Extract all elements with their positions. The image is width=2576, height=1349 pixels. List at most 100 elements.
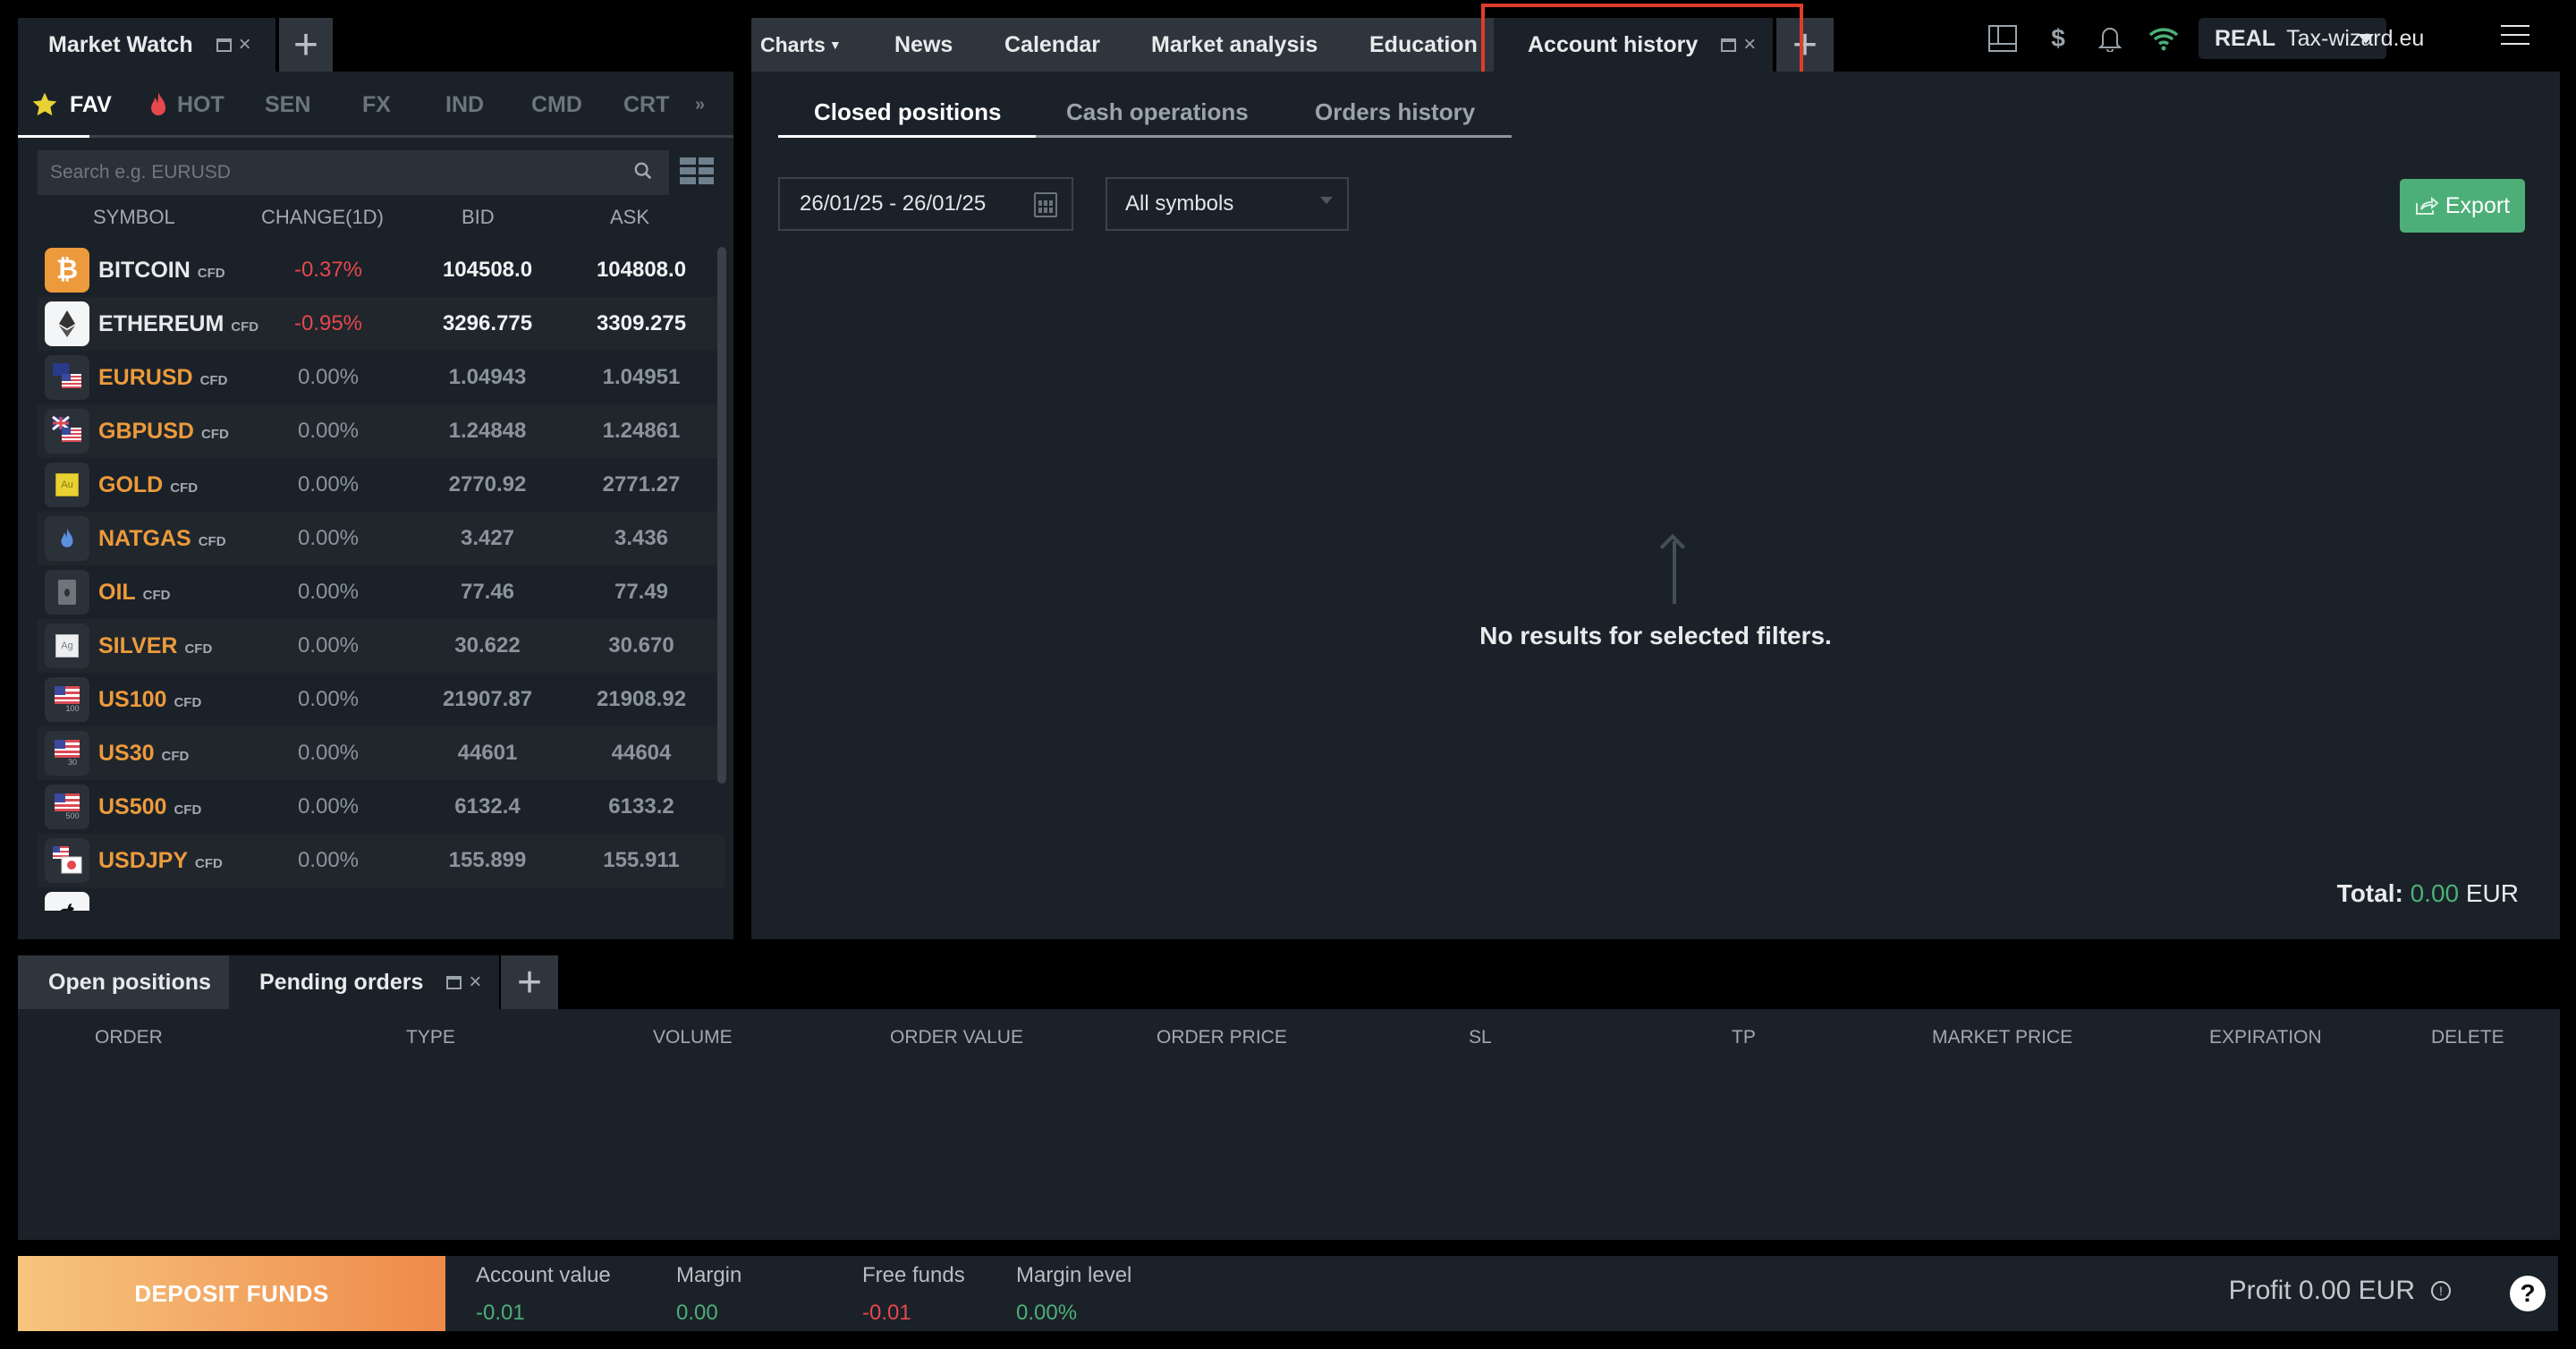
bid-price[interactable]: 104508.0 [420,258,555,283]
category-tab-hot[interactable]: HOT [148,72,225,138]
category-tab-cmd[interactable]: CMD [531,72,582,138]
category-tab-crt[interactable]: CRT [623,72,669,138]
layout-icon[interactable] [1987,25,2018,52]
bid-price[interactable]: 1.24848 [420,419,555,444]
bid-price[interactable]: 2770.92 [420,472,555,497]
column-header-delete[interactable]: DELETE [2431,1027,2504,1048]
close-icon[interactable]: × [1743,34,1756,55]
add-tab-button[interactable]: + [501,955,558,1009]
sub-tab-closed-positions[interactable]: Closed positions [814,98,1001,126]
search-icon[interactable] [633,161,653,181]
help-button[interactable]: ? [2497,1256,2558,1331]
ask-price[interactable]: 3.436 [574,526,708,551]
bid-price[interactable]: 77.46 [420,580,555,605]
calendar-icon[interactable] [1034,192,1057,217]
sub-tab-orders-history[interactable]: Orders history [1315,98,1475,126]
ask-price[interactable]: 1.04951 [574,365,708,390]
category-tab-fav[interactable]: FAV [30,72,112,138]
ask-price[interactable]: 6133.2 [574,794,708,819]
tab-pending-orders[interactable]: Pending orders × [229,955,499,1009]
bid-price[interactable]: 21907.87 [420,687,555,712]
maximize-icon[interactable] [1721,38,1737,52]
bid-price[interactable]: 6132.4 [420,794,555,819]
ask-price[interactable]: 77.49 [574,580,708,605]
column-header-expiration[interactable]: EXPIRATION [2209,1027,2322,1048]
tab-market-analysis[interactable]: Market analysis [1151,18,1318,72]
ask-price[interactable]: 44604 [574,741,708,766]
tab-education[interactable]: Education [1369,18,1478,72]
tab-calendar[interactable]: Calendar [1004,18,1100,72]
bid-price[interactable]: 44601 [420,741,555,766]
symbol-row[interactable]: NATGAS CFD 0.00% 3.427 3.436 [38,512,724,565]
search-box [38,150,669,195]
column-header-sl[interactable]: SL [1469,1027,1492,1048]
double-chevron-right-icon[interactable]: » [695,72,705,138]
column-header-tp[interactable]: TP [1732,1027,1756,1048]
ask-price[interactable]: 30.670 [574,633,708,658]
ask-price[interactable]: 21908.92 [574,687,708,712]
tab-market-watch[interactable]: Market Watch × [18,18,275,72]
sub-tab-cash-operations[interactable]: Cash operations [1066,98,1249,126]
bid-price[interactable]: 155.899 [420,848,555,873]
symbol-row[interactable]: 30 US30 CFD 0.00% 44601 44604 [38,726,724,780]
account-selector[interactable]: REAL Tax-wizard.eu [2199,18,2424,59]
symbol-list-scrollbar[interactable] [717,247,726,784]
symbol-row[interactable]: 500 US500 CFD 0.00% 6132.4 6133.2 [38,780,724,834]
grid-view-icon[interactable] [680,157,714,184]
date-range-picker[interactable]: 26/01/25 - 26/01/25 [778,177,1073,231]
ask-price[interactable]: 1.24861 [574,419,708,444]
column-header-type[interactable]: TYPE [406,1027,455,1048]
dollar-signal-icon[interactable]: $ [2043,24,2073,52]
add-tab-button[interactable]: + [279,18,333,72]
column-header-change[interactable]: CHANGE(1D) [261,206,384,229]
ask-price[interactable]: 3309.275 [574,311,708,336]
column-header-market-price[interactable]: MARKET PRICE [1932,1027,2072,1048]
tab-charts[interactable]: Charts ▼ [760,18,842,72]
tab-account-history[interactable]: Account history × [1494,18,1773,72]
symbol-row[interactable]: Ag SILVER CFD 0.00% 30.622 30.670 [38,619,724,673]
close-icon[interactable]: × [239,34,251,55]
column-header-bid[interactable]: BID [462,206,495,229]
maximize-icon[interactable] [446,975,462,989]
deposit-funds-button[interactable]: DEPOSIT FUNDS [18,1256,445,1331]
bell-icon[interactable] [2095,25,2125,52]
column-header-volume[interactable]: VOLUME [653,1027,733,1048]
symbol-row[interactable]: ETHEREUM CFD -0.95% 3296.775 3309.275 [38,297,724,351]
symbol-row[interactable]: Au GOLD CFD 0.00% 2770.92 2771.27 [38,458,724,512]
tab-open-positions[interactable]: Open positions [18,955,229,1009]
category-tab-sen[interactable]: SEN [265,72,310,138]
tab-news[interactable]: News [894,18,953,72]
bid-price[interactable]: 30.622 [420,633,555,658]
export-button[interactable]: Export [2400,179,2525,233]
category-tab-fx[interactable]: FX [362,72,391,138]
ask-price[interactable]: 2771.27 [574,472,708,497]
close-icon[interactable]: × [469,971,481,993]
category-tab-ind[interactable]: IND [445,72,484,138]
symbol-row[interactable]: GBPUSD CFD 0.00% 1.24848 1.24861 [38,404,724,458]
symbol-row[interactable]: 100 US100 CFD 0.00% 21907.87 21908.92 [38,673,724,726]
ask-price[interactable]: 104808.0 [574,258,708,283]
maximize-icon[interactable] [216,38,232,52]
column-header-symbol[interactable]: SYMBOL [93,206,175,229]
column-header-order-value[interactable]: ORDER VALUE [890,1027,1023,1048]
symbol-row[interactable]: EURUSD CFD 0.00% 1.04943 1.04951 [38,351,724,404]
ask-price[interactable]: 155.911 [574,848,708,873]
us-index-flag-icon: 100 [45,677,89,722]
symbol-filter-select[interactable]: All symbols [1106,177,1349,231]
hamburger-menu-icon[interactable] [2501,25,2529,45]
bid-price[interactable]: 3.427 [420,526,555,551]
gas-flame-icon [45,516,89,561]
symbol-row[interactable]: USDJPY CFD 0.00% 155.899 155.911 [38,834,724,887]
add-tab-button[interactable]: + [1776,18,1834,72]
column-header-ask[interactable]: ASK [610,206,649,229]
info-icon[interactable]: ! [2431,1281,2451,1301]
bid-price[interactable]: 1.04943 [420,365,555,390]
symbol-row-partial[interactable] [38,887,724,911]
symbol-row[interactable]: ₿ BITCOIN CFD -0.37% 104508.0 104808.0 [38,243,724,297]
search-input[interactable] [50,162,605,183]
stat-margin-level: Margin level 0.00% [1016,1263,1132,1325]
bid-price[interactable]: 3296.775 [420,311,555,336]
column-header-order[interactable]: ORDER [95,1027,163,1048]
column-header-order-price[interactable]: ORDER PRICE [1157,1027,1287,1048]
symbol-row[interactable]: OIL CFD 0.00% 77.46 77.49 [38,565,724,619]
